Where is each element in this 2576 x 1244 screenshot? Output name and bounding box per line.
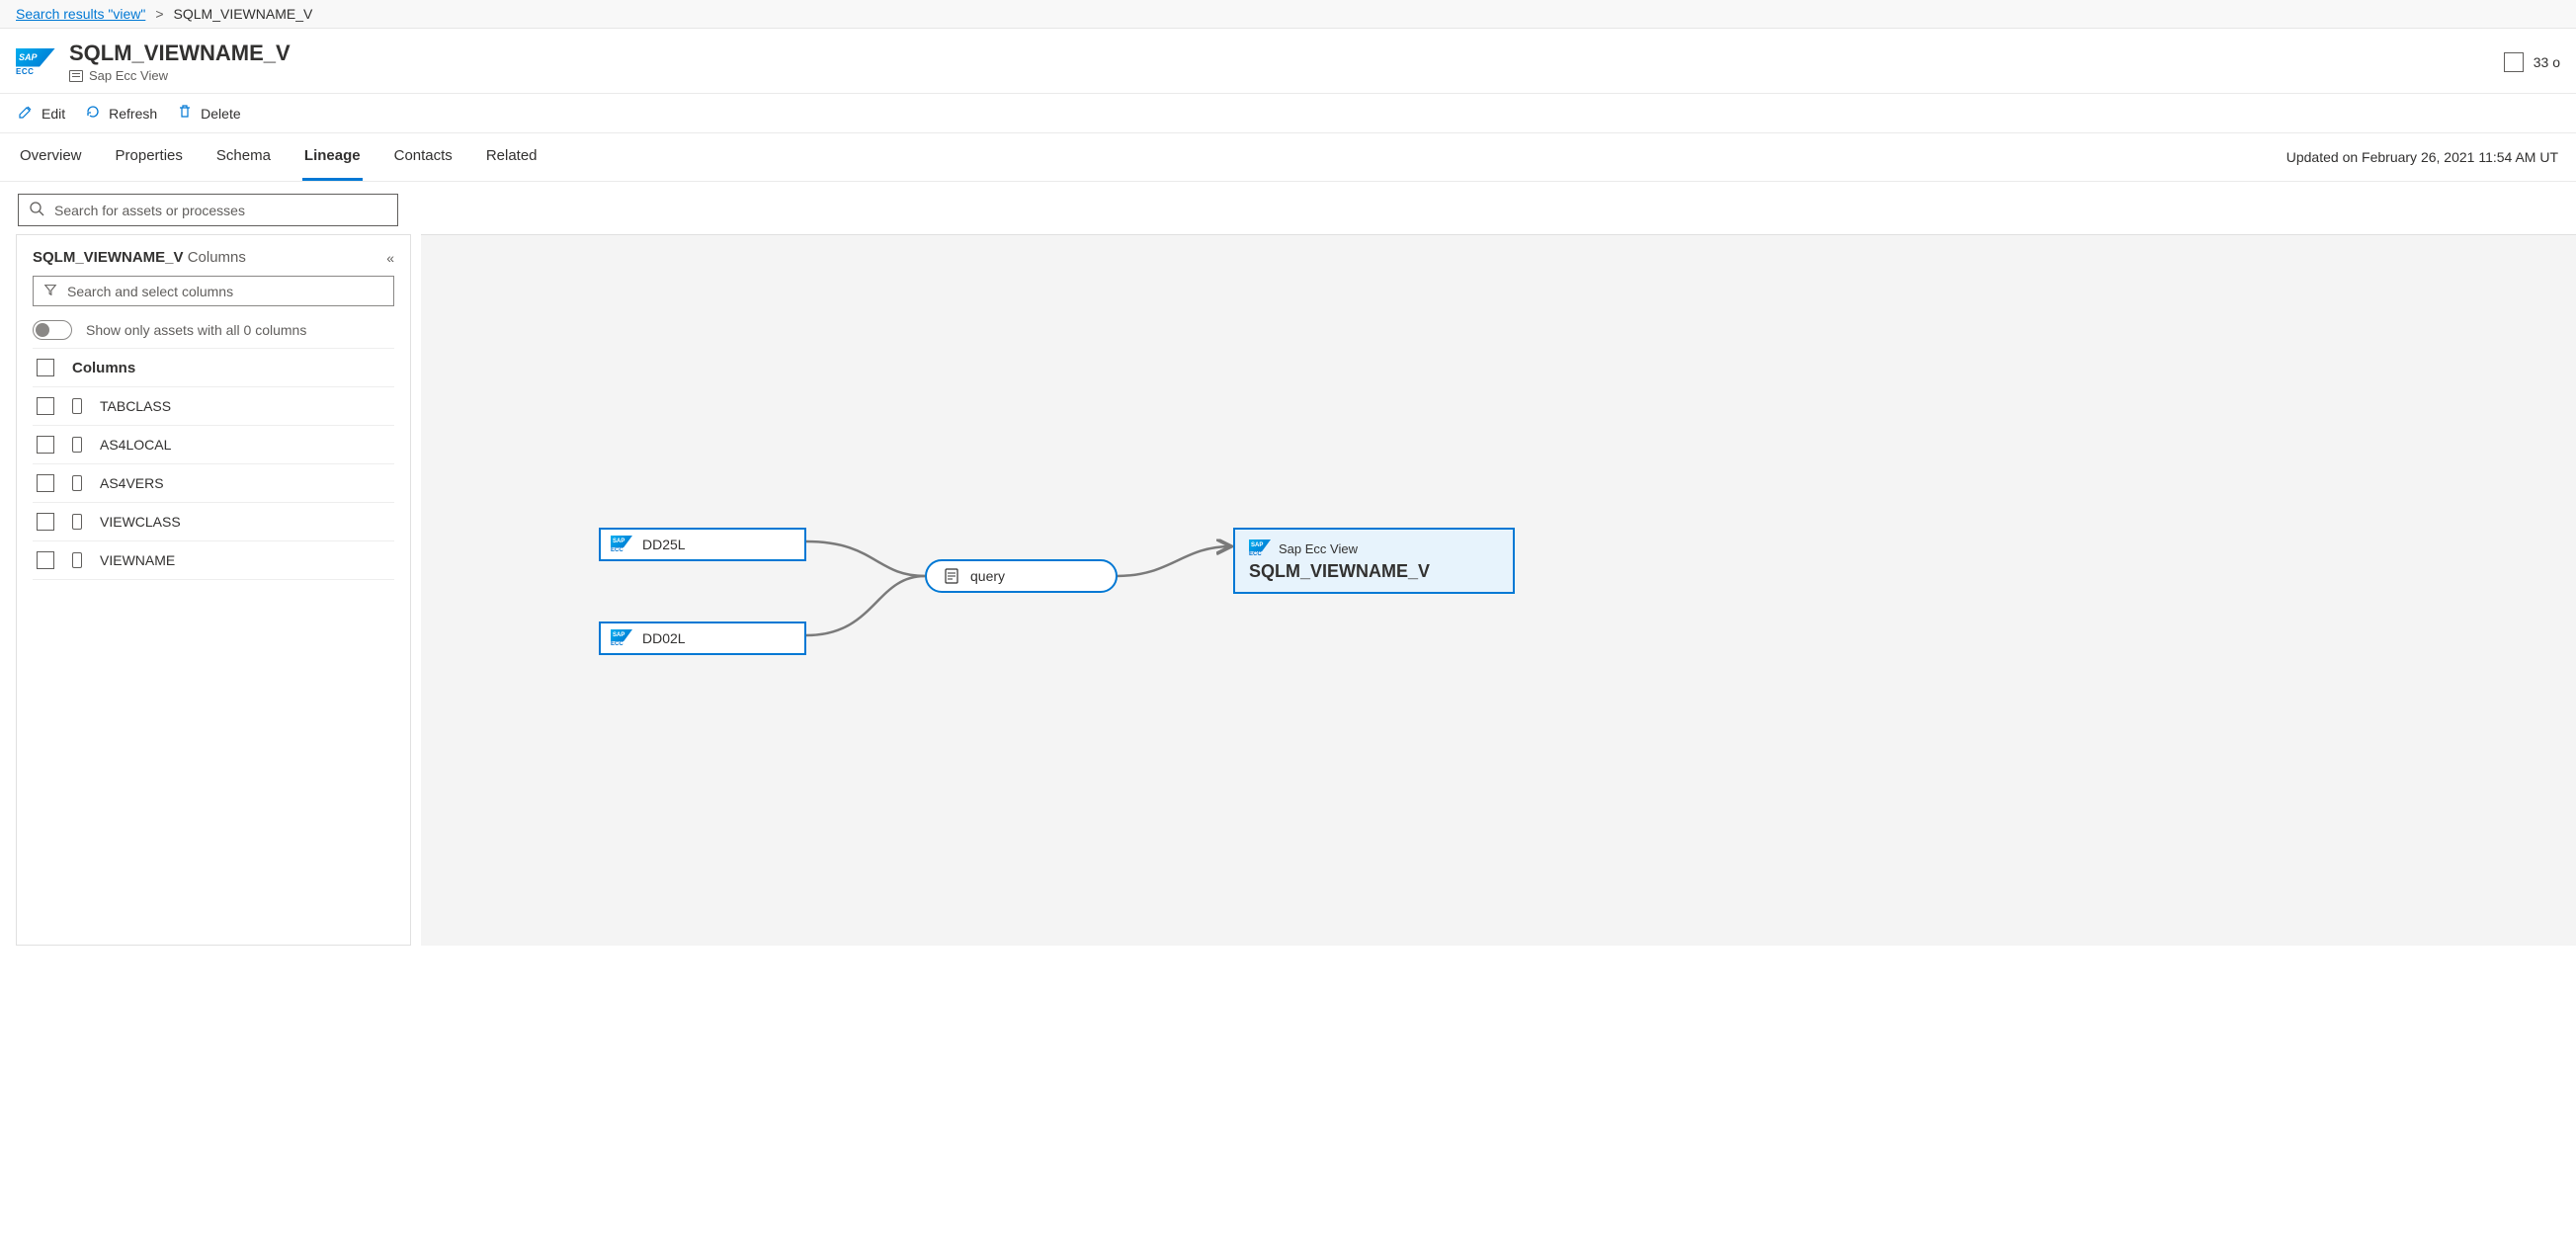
toolbar: Edit Refresh Delete [0,94,2576,133]
lineage-node-sink[interactable]: SAPECC Sap Ecc View SQLM_VIEWNAME_V [1233,528,1515,594]
breadcrumb: Search results "view" > SQLM_VIEWNAME_V [0,0,2576,29]
column-name: VIEWNAME [100,552,175,568]
edit-button[interactable]: Edit [18,104,65,123]
tab-contacts[interactable]: Contacts [392,133,455,181]
breadcrumb-current: SQLM_VIEWNAME_V [174,6,313,22]
column-checkbox[interactable] [37,397,54,415]
refresh-button[interactable]: Refresh [85,104,157,123]
show-only-toggle-label: Show only assets with all 0 columns [86,322,306,338]
select-checkbox[interactable] [2504,52,2524,72]
lineage-node-source-1[interactable]: SAPECC DD25L [599,528,806,561]
column-checkbox[interactable] [37,513,54,531]
tab-related[interactable]: Related [484,133,540,181]
column-row[interactable]: TABCLASS [33,387,394,426]
column-search-box[interactable] [33,276,394,306]
tab-overview[interactable]: Overview [18,133,84,181]
lineage-sink-type-label: Sap Ecc View [1279,541,1358,556]
filter-icon [43,283,57,299]
refresh-label: Refresh [109,106,157,122]
column-icon [72,514,82,530]
search-icon [29,201,44,219]
trash-icon [177,104,193,123]
lineage-node-label: DD25L [642,537,686,552]
collapse-panel-icon[interactable]: « [386,250,394,266]
document-icon [943,567,960,585]
sap-ecc-icon: SAPECC [611,536,632,553]
sap-ecc-logo: SAP ECC [16,48,55,76]
view-icon [69,70,83,82]
columns-header-row: Columns [33,348,394,387]
delete-label: Delete [201,106,240,122]
column-name: AS4VERS [100,475,164,491]
column-checkbox[interactable] [37,474,54,492]
column-name: TABCLASS [100,398,171,414]
page-header: SAP ECC SQLM_VIEWNAME_V Sap Ecc View 33 … [0,29,2576,94]
lineage-process-label: query [970,568,1005,584]
column-checkbox[interactable] [37,551,54,569]
edit-label: Edit [42,106,65,122]
lineage-node-source-2[interactable]: SAPECC DD02L [599,622,806,655]
show-only-toggle[interactable] [33,320,72,340]
column-row[interactable]: AS4VERS [33,464,394,503]
sap-ecc-icon: SAPECC [1249,539,1271,557]
select-all-columns-checkbox[interactable] [37,359,54,376]
panel-title-bold: SQLM_VIEWNAME_V [33,249,184,266]
last-updated-text: Updated on February 26, 2021 11:54 AM UT [2286,135,2558,179]
tab-schema[interactable]: Schema [214,133,273,181]
lineage-sink-title: SQLM_VIEWNAME_V [1249,561,1430,582]
tabs-row: Overview Properties Schema Lineage Conta… [0,133,2576,182]
tab-lineage[interactable]: Lineage [302,133,363,181]
page-subtitle: Sap Ecc View [89,68,168,83]
header-count: 33 o [2534,54,2560,70]
delete-button[interactable]: Delete [177,104,240,123]
column-icon [72,398,82,414]
column-icon [72,475,82,491]
column-row[interactable]: AS4LOCAL [33,426,394,464]
column-icon [72,437,82,453]
columns-header-label: Columns [72,360,135,376]
panel-title-muted: Columns [188,249,246,266]
lineage-node-label: DD02L [642,630,686,646]
breadcrumb-link[interactable]: Search results "view" [16,6,145,22]
tab-properties[interactable]: Properties [114,133,185,181]
column-name: VIEWCLASS [100,514,181,530]
column-checkbox[interactable] [37,436,54,454]
column-row[interactable]: VIEWNAME [33,541,394,580]
page-title: SQLM_VIEWNAME_V [69,41,291,66]
search-assets-input[interactable] [54,203,387,218]
lineage-node-process[interactable]: query [925,559,1118,593]
column-name: AS4LOCAL [100,437,171,453]
column-row[interactable]: VIEWCLASS [33,503,394,541]
sap-ecc-icon: SAPECC [611,629,632,647]
refresh-icon [85,104,101,123]
columns-panel: SQLM_VIEWNAME_V Columns « Show only asse… [16,234,411,946]
breadcrumb-separator: > [155,6,163,22]
lineage-canvas[interactable]: SAPECC DD25L SAPECC DD02L query SAPECC S… [421,234,2576,946]
column-icon [72,552,82,568]
search-assets-box[interactable] [18,194,398,226]
column-search-input[interactable] [67,284,383,299]
pencil-icon [18,104,34,123]
